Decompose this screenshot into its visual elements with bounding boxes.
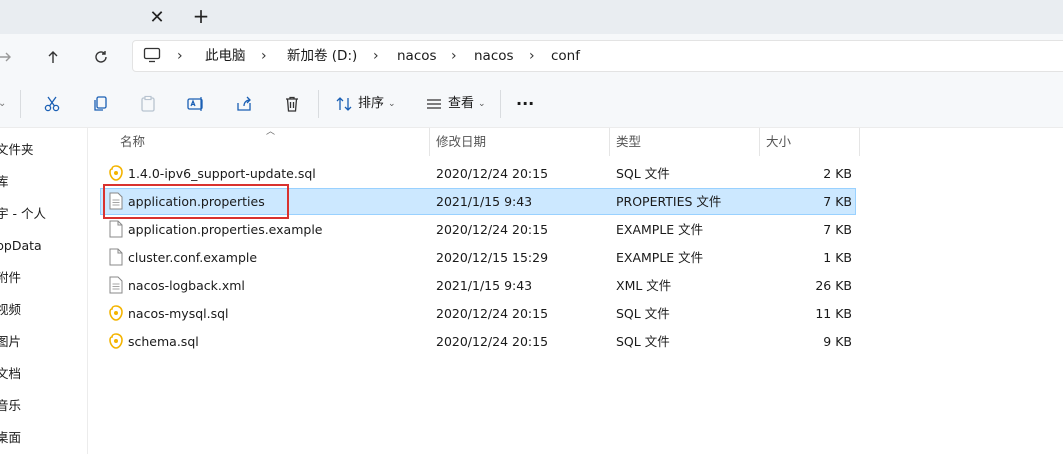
nav-item-attachments[interactable]: 附件	[0, 268, 21, 288]
column-header-type[interactable]: 类型	[616, 128, 641, 156]
column-divider[interactable]	[609, 128, 610, 156]
breadcrumb-chevron-icon[interactable]: ›	[177, 41, 183, 71]
sort-chevron-icon[interactable]: ⌄	[388, 80, 396, 128]
text-file-icon	[109, 276, 123, 294]
copy-icon[interactable]	[88, 92, 112, 116]
file-name: nacos-logback.xml	[128, 278, 245, 293]
file-size: 7 KB	[823, 222, 852, 237]
file-date: 2020/12/15 15:29	[436, 250, 549, 265]
delete-icon[interactable]	[280, 92, 304, 116]
column-divider[interactable]	[759, 128, 760, 156]
nav-item-pictures[interactable]: 图片	[0, 332, 21, 352]
file-name: application.properties.example	[128, 222, 323, 237]
file-date: 2020/12/24 20:15	[436, 166, 549, 181]
breadcrumb-chevron-icon[interactable]: ›	[261, 41, 267, 71]
blank-file-icon	[109, 248, 123, 266]
file-type: SQL 文件	[616, 306, 670, 321]
file-size: 7 KB	[823, 194, 852, 209]
file-name: nacos-mysql.sql	[128, 306, 229, 321]
file-name: cluster.conf.example	[128, 250, 258, 265]
annotation-highlight-box	[103, 184, 289, 219]
computer-icon	[143, 47, 161, 66]
column-header-name[interactable]: 名称	[120, 128, 145, 156]
file-name: schema.sql	[128, 334, 199, 349]
view-chevron-icon[interactable]: ⌄	[478, 80, 486, 128]
file-date: 2020/12/24 20:15	[436, 334, 549, 349]
blank-file-icon	[109, 220, 123, 238]
file-type: EXAMPLE 文件	[616, 250, 704, 265]
cut-icon[interactable]	[40, 92, 64, 116]
nav-item-documents[interactable]: 文档	[0, 364, 21, 384]
breadcrumb-this-pc[interactable]: 此电脑	[205, 41, 246, 71]
column-header-size[interactable]: 大小	[766, 128, 791, 156]
sql-file-icon	[109, 305, 123, 321]
file-type: SQL 文件	[616, 166, 670, 181]
nav-item-desktop[interactable]: 桌面	[0, 428, 21, 448]
rename-icon[interactable]	[184, 92, 208, 116]
command-bar: ⌄ 排序 ⌄ 查看 ⌄ ···	[0, 80, 1063, 128]
nav-item-appdata[interactable]: ppData	[0, 236, 42, 256]
file-date: 2020/12/24 20:15	[436, 222, 549, 237]
file-size: 2 KB	[823, 166, 852, 181]
address-bar[interactable]: › 此电脑 › 新加卷 (D:) › nacos › nacos › conf	[132, 40, 1063, 72]
file-size: 26 KB	[815, 278, 852, 293]
file-row[interactable]: schema.sql 2020/12/24 20:15 SQL 文件 9 KB	[100, 328, 856, 355]
file-size: 1 KB	[823, 250, 852, 265]
breadcrumb-nacos-1[interactable]: nacos	[397, 41, 437, 71]
file-date: 2021/1/15 9:43	[436, 278, 533, 293]
file-type: SQL 文件	[616, 334, 670, 349]
file-size: 11 KB	[815, 306, 852, 321]
up-icon[interactable]	[42, 46, 64, 68]
nav-item-music[interactable]: 音乐	[0, 396, 21, 416]
nav-item-videos[interactable]: 视频	[0, 300, 21, 320]
navigation-pane: 文件夹 库 宇 - 个人 ppData 附件 视频 图片 文档 音乐 桌面	[0, 128, 88, 454]
file-row[interactable]: 1.4.0-ipv6_support-update.sql 2020/12/24…	[100, 160, 856, 187]
sort-icon[interactable]	[332, 92, 356, 116]
file-date: 2020/12/24 20:15	[436, 306, 549, 321]
file-row[interactable]: cluster.conf.example 2020/12/15 15:29 EX…	[100, 244, 856, 271]
title-bar: ✕ +	[0, 0, 1063, 34]
more-options-button[interactable]: ···	[516, 80, 534, 128]
new-dropdown-chevron-icon[interactable]: ⌄	[0, 80, 6, 128]
nav-item-personal[interactable]: 宇 - 个人	[0, 204, 46, 224]
breadcrumb-chevron-icon[interactable]: ›	[451, 41, 457, 71]
close-tab-icon[interactable]: ✕	[146, 6, 168, 28]
breadcrumb-nacos-2[interactable]: nacos	[474, 41, 514, 71]
file-row[interactable]: nacos-mysql.sql 2020/12/24 20:15 SQL 文件 …	[100, 300, 856, 327]
file-type: EXAMPLE 文件	[616, 222, 704, 237]
file-name: 1.4.0-ipv6_support-update.sql	[128, 166, 316, 181]
divider	[500, 90, 501, 118]
new-tab-button[interactable]: +	[190, 4, 212, 28]
breadcrumb-conf[interactable]: conf	[551, 41, 580, 71]
nav-item-library[interactable]: 库	[0, 172, 9, 192]
sql-file-icon	[109, 165, 123, 181]
paste-icon[interactable]	[136, 92, 160, 116]
column-header-date[interactable]: 修改日期	[436, 128, 486, 156]
file-row[interactable]: nacos-logback.xml 2021/1/15 9:43 XML 文件 …	[100, 272, 856, 299]
sort-ascending-icon: ︿	[266, 127, 276, 137]
view-icon[interactable]	[422, 92, 446, 116]
file-row[interactable]: application.properties.example 2020/12/2…	[100, 216, 856, 243]
file-size: 9 KB	[823, 334, 852, 349]
file-type: XML 文件	[616, 278, 672, 293]
column-divider[interactable]	[859, 128, 860, 156]
forward-icon[interactable]	[0, 46, 16, 68]
file-type: PROPERTIES 文件	[616, 194, 722, 209]
breadcrumb-chevron-icon[interactable]: ›	[373, 41, 379, 71]
nav-item-folders[interactable]: 文件夹	[0, 140, 34, 160]
sort-button[interactable]: 排序	[358, 80, 384, 128]
divider	[20, 90, 21, 118]
view-button[interactable]: 查看	[448, 80, 474, 128]
sql-file-icon	[109, 333, 123, 349]
refresh-icon[interactable]	[90, 46, 112, 68]
divider	[318, 90, 319, 118]
breadcrumb-chevron-icon[interactable]: ›	[529, 41, 535, 71]
file-date: 2021/1/15 9:43	[436, 194, 533, 209]
share-icon[interactable]	[232, 92, 256, 116]
column-divider[interactable]	[429, 128, 430, 156]
breadcrumb-drive-d[interactable]: 新加卷 (D:)	[287, 41, 357, 71]
